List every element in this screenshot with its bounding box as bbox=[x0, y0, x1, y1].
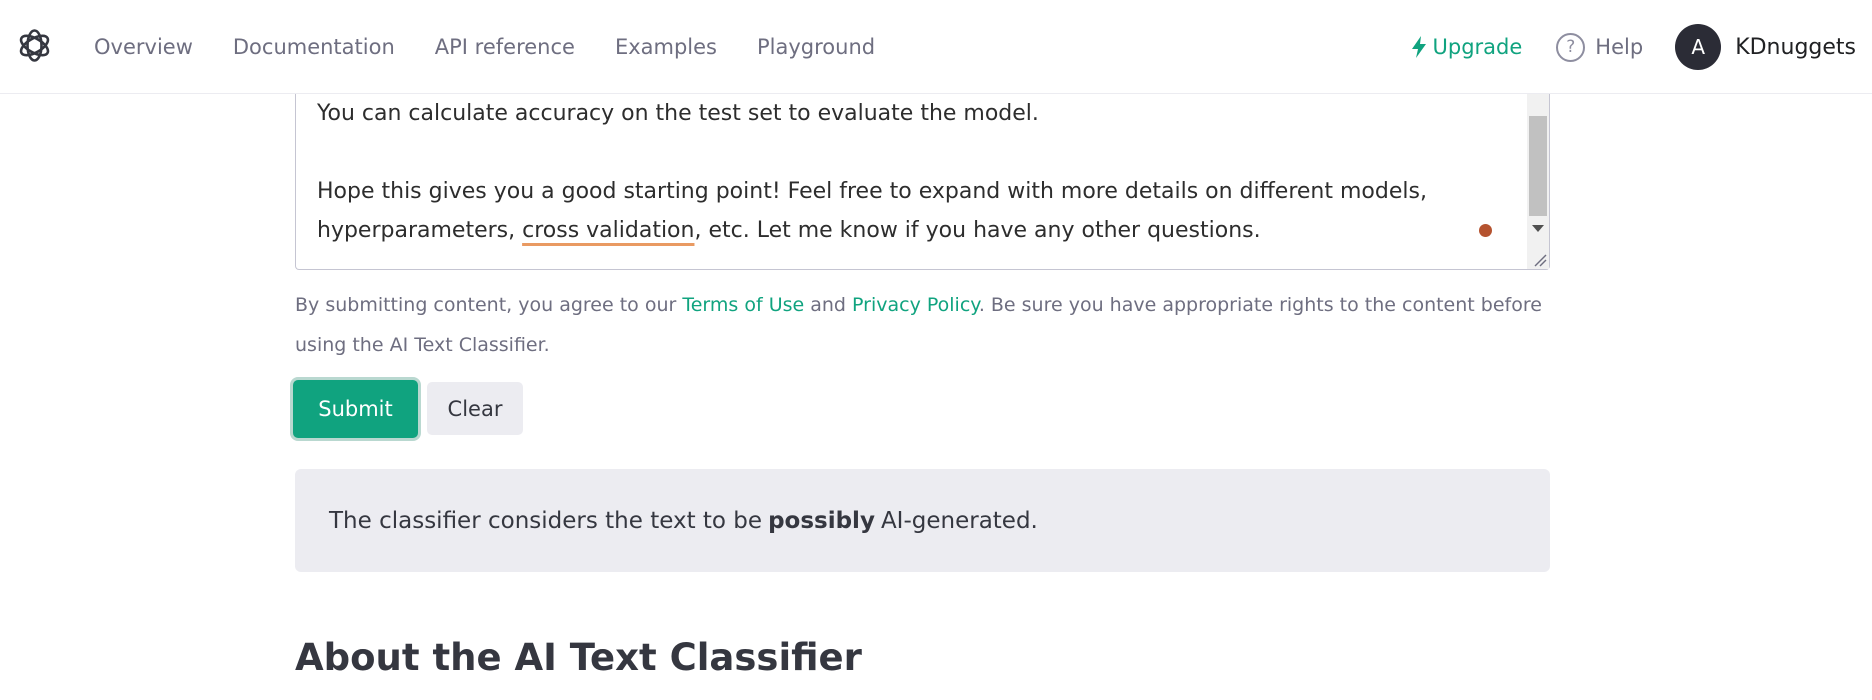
account-name: KDnuggets bbox=[1735, 34, 1856, 60]
nav-right: Upgrade ? Help A KDnuggets bbox=[1411, 0, 1856, 94]
privacy-policy-link[interactable]: Privacy Policy bbox=[852, 294, 979, 316]
lightning-icon bbox=[1411, 36, 1426, 58]
nav-link-examples[interactable]: Examples bbox=[615, 35, 717, 59]
result-text: The classifier considers the text to be bbox=[329, 507, 763, 534]
text-line-part: hyperparameters, bbox=[317, 218, 523, 243]
upgrade-label: Upgrade bbox=[1432, 35, 1523, 59]
resize-handle-icon[interactable] bbox=[1531, 251, 1547, 267]
nav-link-documentation[interactable]: Documentation bbox=[233, 35, 395, 59]
result-emphasis: possibly bbox=[768, 507, 875, 534]
result-text: AI-generated. bbox=[880, 507, 1038, 534]
text-line-part: , etc. Let me know if you have any other… bbox=[694, 218, 1261, 243]
classifier-result: The classifier considers the text to be … bbox=[295, 469, 1550, 572]
openai-logo-icon[interactable] bbox=[14, 25, 55, 66]
about-heading: About the AI Text Classifier bbox=[295, 636, 862, 679]
text-line: hyperparameters, cross validation, etc. … bbox=[317, 211, 1487, 250]
scroll-down-arrow-icon[interactable] bbox=[1532, 225, 1544, 232]
avatar: A bbox=[1675, 24, 1722, 70]
text-input-area[interactable]: You can calculate accuracy on the test s… bbox=[295, 94, 1550, 270]
nav-link-api-reference[interactable]: API reference bbox=[435, 35, 575, 59]
terms-notice: By submitting content, you agree to our … bbox=[295, 285, 1565, 365]
textarea-scrollbar[interactable] bbox=[1527, 94, 1549, 269]
terms-text: and bbox=[804, 294, 853, 316]
top-navigation: Overview Documentation API reference Exa… bbox=[0, 0, 1872, 94]
upgrade-link[interactable]: Upgrade bbox=[1411, 35, 1523, 59]
help-label: Help bbox=[1595, 35, 1644, 59]
submit-button[interactable]: Submit bbox=[293, 380, 418, 438]
text-line-part: Hope this gives you a good starting poin… bbox=[317, 179, 1427, 204]
nav-links: Overview Documentation API reference Exa… bbox=[94, 0, 915, 94]
nav-link-playground[interactable]: Playground bbox=[757, 35, 875, 59]
clear-button[interactable]: Clear bbox=[427, 382, 523, 435]
account-menu[interactable]: A KDnuggets bbox=[1675, 24, 1856, 70]
text-line: You can calculate accuracy on the test s… bbox=[317, 101, 1039, 126]
scrollbar-thumb[interactable] bbox=[1529, 116, 1547, 216]
nav-link-overview[interactable]: Overview bbox=[94, 35, 193, 59]
status-dot-icon bbox=[1479, 224, 1492, 237]
text-line: Hope this gives you a good starting poin… bbox=[317, 172, 1487, 211]
help-link[interactable]: ? Help bbox=[1556, 32, 1644, 62]
terms-text: By submitting content, you agree to our bbox=[295, 294, 683, 316]
spellcheck-underlined-word[interactable]: cross validation bbox=[522, 218, 694, 243]
terms-of-use-link[interactable]: Terms of Use bbox=[682, 294, 804, 316]
text-input-content: You can calculate accuracy on the test s… bbox=[317, 94, 1487, 250]
question-circle-icon: ? bbox=[1556, 32, 1586, 62]
